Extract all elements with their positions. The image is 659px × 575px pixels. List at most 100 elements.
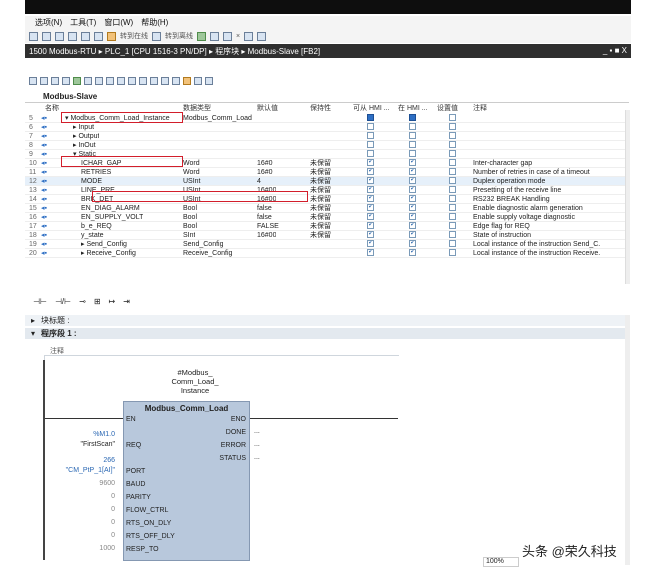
var-name[interactable]: MODE — [81, 177, 102, 186]
go-online-icon[interactable] — [107, 31, 116, 41]
col-name[interactable]: 名称 — [45, 103, 59, 113]
checkbox-hmi1[interactable] — [367, 231, 374, 238]
checkbox-hmi1[interactable] — [367, 204, 374, 211]
checkbox-hmi2[interactable] — [409, 240, 416, 247]
checkbox-hmi2[interactable] — [409, 249, 416, 256]
table-row[interactable]: 8 ▸ InOut ◂▪ — [25, 141, 625, 150]
add-row-icon[interactable] — [40, 77, 48, 85]
table-row[interactable]: 5 ▾ Modbus_Comm_Load_Instance Modbus_Comm_… — [25, 114, 625, 123]
checkbox-set[interactable] — [449, 249, 456, 256]
var-retain[interactable]: 未保留 — [310, 231, 331, 240]
col-retain[interactable]: 保持性 — [310, 103, 331, 113]
var-datatype[interactable]: Word — [183, 168, 200, 177]
table-row[interactable]: 14 BRK_DET USInt 16#00 未保留 RS232 BREAK Handli… — [25, 195, 625, 204]
table-row[interactable]: 9 ▾ Static ◂▪ — [25, 150, 625, 159]
req-address[interactable]: %M1.0 — [45, 431, 115, 438]
var-retain[interactable]: 未保留 — [310, 204, 331, 213]
expand-arrow-icon[interactable]: ▸ — [31, 316, 35, 325]
var-name[interactable]: EN_DIAG_ALARM — [81, 204, 140, 213]
checkbox-hmi2[interactable] — [409, 195, 416, 202]
table-scrollbar[interactable] — [625, 110, 630, 284]
checkbox-hmi2[interactable] — [409, 159, 416, 166]
var-default[interactable]: false — [257, 204, 272, 213]
var-datatype[interactable]: Word — [183, 159, 200, 168]
expand-icon[interactable] — [62, 77, 70, 85]
var-comment[interactable]: Duplex operation mode — [473, 177, 545, 186]
zoom-field[interactable]: 100% — [483, 557, 519, 567]
checkbox-hmi1[interactable] — [367, 213, 374, 220]
go-online-button[interactable]: 转到在线 — [120, 31, 148, 41]
req-symbol[interactable]: "FirstScan" — [45, 441, 115, 448]
var-comment[interactable]: Inter-character gap — [473, 159, 532, 168]
checkbox-set[interactable] — [449, 204, 456, 211]
baud-value[interactable]: 9600 — [45, 480, 115, 487]
var-datatype[interactable]: SInt — [183, 231, 195, 240]
col-setpoint[interactable]: 设置值 — [437, 103, 458, 113]
var-comment[interactable]: Enable diagnostic alarm generation — [473, 204, 583, 213]
table-row[interactable]: 6 ▸ Input ◂▪ — [25, 123, 625, 132]
var-default[interactable]: 16#0 — [257, 168, 273, 177]
uncomment-icon[interactable] — [172, 77, 180, 85]
nc-contact-icon[interactable]: ⊣/⊢ — [55, 297, 71, 306]
insert-row-icon[interactable] — [29, 77, 37, 85]
checkbox-hmi2[interactable] — [409, 168, 416, 175]
rts-off-value[interactable]: 0 — [45, 532, 115, 539]
instance-db-label[interactable]: #Modbus_ Comm_Load_ Instance — [140, 368, 250, 395]
var-comment[interactable]: Local instance of the instruction Receiv… — [473, 249, 600, 258]
var-name[interactable]: ▸ Send_Config — [81, 240, 127, 249]
save-icon[interactable] — [29, 31, 38, 41]
checkbox-hmi2[interactable] — [409, 186, 416, 193]
stop-cpu-icon[interactable] — [223, 31, 232, 41]
compile-icon[interactable] — [94, 31, 103, 41]
split-h-icon[interactable] — [244, 31, 254, 41]
settings-icon[interactable] — [205, 77, 213, 85]
checkbox-set[interactable] — [449, 123, 456, 130]
var-datatype[interactable]: Bool — [183, 213, 197, 222]
checkbox-hmi2[interactable] — [409, 123, 416, 130]
close-branch-icon[interactable]: ⇥ — [123, 297, 130, 306]
var-default[interactable]: 16#0 — [257, 159, 273, 168]
var-default[interactable]: 16#00 — [257, 186, 276, 195]
coil-icon[interactable]: ⊸ — [79, 297, 86, 306]
checkbox-set[interactable] — [449, 159, 456, 166]
paste-icon[interactable] — [68, 31, 77, 41]
var-datatype[interactable]: USInt — [183, 195, 201, 204]
checkbox-hmi2[interactable] — [409, 204, 416, 211]
var-retain[interactable]: 未保留 — [310, 222, 331, 231]
col-hmi-visible[interactable]: 在 HMI ... — [398, 103, 428, 113]
var-datatype[interactable]: Bool — [183, 204, 197, 213]
var-datatype[interactable]: Modbus_Comm_Load — [183, 114, 252, 123]
var-datatype[interactable]: USInt — [183, 186, 201, 195]
var-default[interactable]: 16#00 — [257, 231, 276, 240]
checkbox-hmi1[interactable] — [367, 222, 374, 229]
var-name[interactable]: RETRIES — [81, 168, 111, 177]
comment-icon[interactable] — [161, 77, 169, 85]
menu-tools[interactable]: 工具(T) — [70, 17, 96, 28]
menu-window[interactable]: 窗口(W) — [104, 17, 133, 28]
favorites-icon[interactable] — [117, 77, 125, 85]
checkbox-set[interactable] — [449, 141, 456, 148]
var-default[interactable]: FALSE — [257, 222, 279, 231]
checkbox-hmi2[interactable] — [409, 177, 416, 184]
watch-icon[interactable] — [194, 77, 202, 85]
checkbox-hmi1[interactable] — [367, 123, 374, 130]
var-retain[interactable]: 未保留 — [310, 168, 331, 177]
empty-box-icon[interactable]: ⊞ — [94, 297, 101, 306]
checkbox-hmi2[interactable] — [409, 222, 416, 229]
download-icon[interactable] — [81, 31, 90, 41]
table-row[interactable]: 20 ▸ Receive_Config Receive_Config Local in… — [25, 249, 625, 258]
checkbox-set[interactable] — [449, 231, 456, 238]
symbolic-icon[interactable] — [139, 77, 147, 85]
checkbox-set[interactable] — [449, 177, 456, 184]
table-row[interactable]: 12 MODE USInt 4 未保留 Duplex operation mode ◂▪ — [25, 177, 625, 186]
col-comment[interactable]: 注释 — [473, 103, 487, 113]
checkbox-hmi2[interactable] — [409, 114, 416, 121]
checkbox-hmi1[interactable] — [367, 186, 374, 193]
checkbox-hmi1[interactable] — [367, 141, 374, 148]
function-block-modbus-comm-load[interactable]: Modbus_Comm_Load EN ENO DONE ERROR STATU… — [123, 401, 250, 561]
cut-icon[interactable] — [42, 31, 51, 41]
window-controls[interactable]: _ ▪ ■ X — [603, 46, 627, 55]
table-row[interactable]: 16 EN_SUPPLY_VOLT Bool false 未保留 Enable suppl… — [25, 213, 625, 222]
accessible-devices-icon[interactable] — [197, 31, 206, 41]
checkbox-set[interactable] — [449, 114, 456, 121]
